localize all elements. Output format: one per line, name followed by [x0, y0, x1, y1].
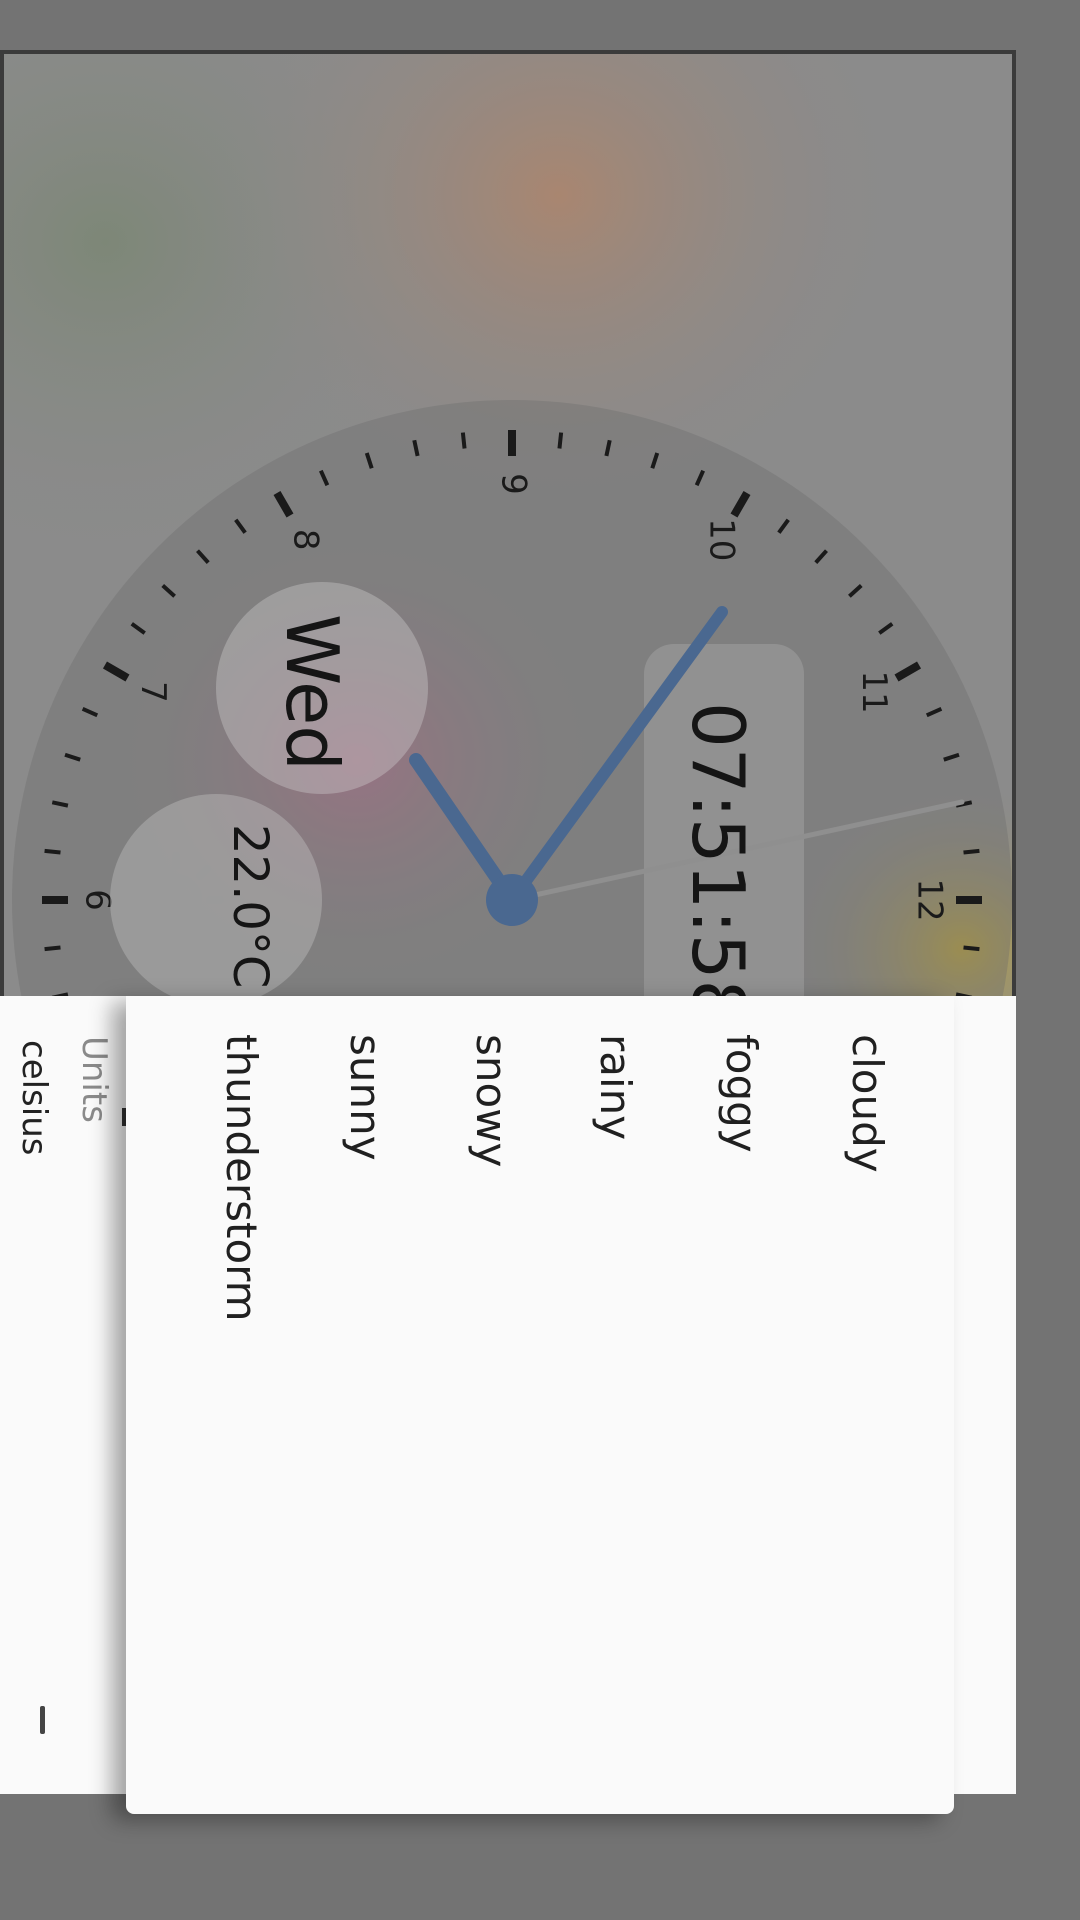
clock-numeral: 12	[910, 878, 950, 921]
minute-tick	[44, 848, 61, 855]
day-label: Wed	[270, 614, 354, 771]
weather-option-rainy[interactable]: rainy	[591, 1034, 640, 1140]
clock-numeral: 9	[494, 473, 534, 495]
clock-numeral: 8	[286, 529, 326, 551]
temperature-label: 22.0°C	[222, 824, 278, 989]
units-value-clip: celsius	[0, 1036, 60, 1176]
minute-tick	[963, 945, 980, 952]
minute-tick	[460, 432, 467, 449]
weather-option-thunderstorm[interactable]: thunderstorm	[217, 1034, 266, 1322]
units-label: Units	[74, 1036, 114, 1123]
analog-clock: 6789101112	[12, 400, 1012, 996]
weather-option-sunny[interactable]: sunny	[341, 1034, 390, 1161]
weather-options-menu: cloudy foggy rainy snowy sunny thunderst…	[126, 996, 954, 1814]
minute-tick	[963, 848, 980, 855]
weather-option-foggy[interactable]: foggy	[717, 1034, 766, 1153]
weather-option-cloudy[interactable]: cloudy	[843, 1034, 892, 1173]
minute-tick	[557, 432, 564, 449]
weather-option-snowy[interactable]: snowy	[467, 1034, 516, 1167]
units-value[interactable]: celsius	[14, 1040, 54, 1155]
time-label: 07:51:58	[676, 702, 760, 1000]
clock-numeral: 11	[854, 670, 894, 713]
wallpaper-preview: 6 7 8 9 10 11 12 Wed 22.0°C 07:51:58	[0, 50, 1016, 1000]
clock-center	[486, 874, 538, 926]
scroll-indicator	[40, 1706, 45, 1734]
minute-tick	[44, 945, 61, 952]
clock-numeral: 7	[133, 681, 173, 703]
clock-numeral: 10	[702, 518, 742, 561]
